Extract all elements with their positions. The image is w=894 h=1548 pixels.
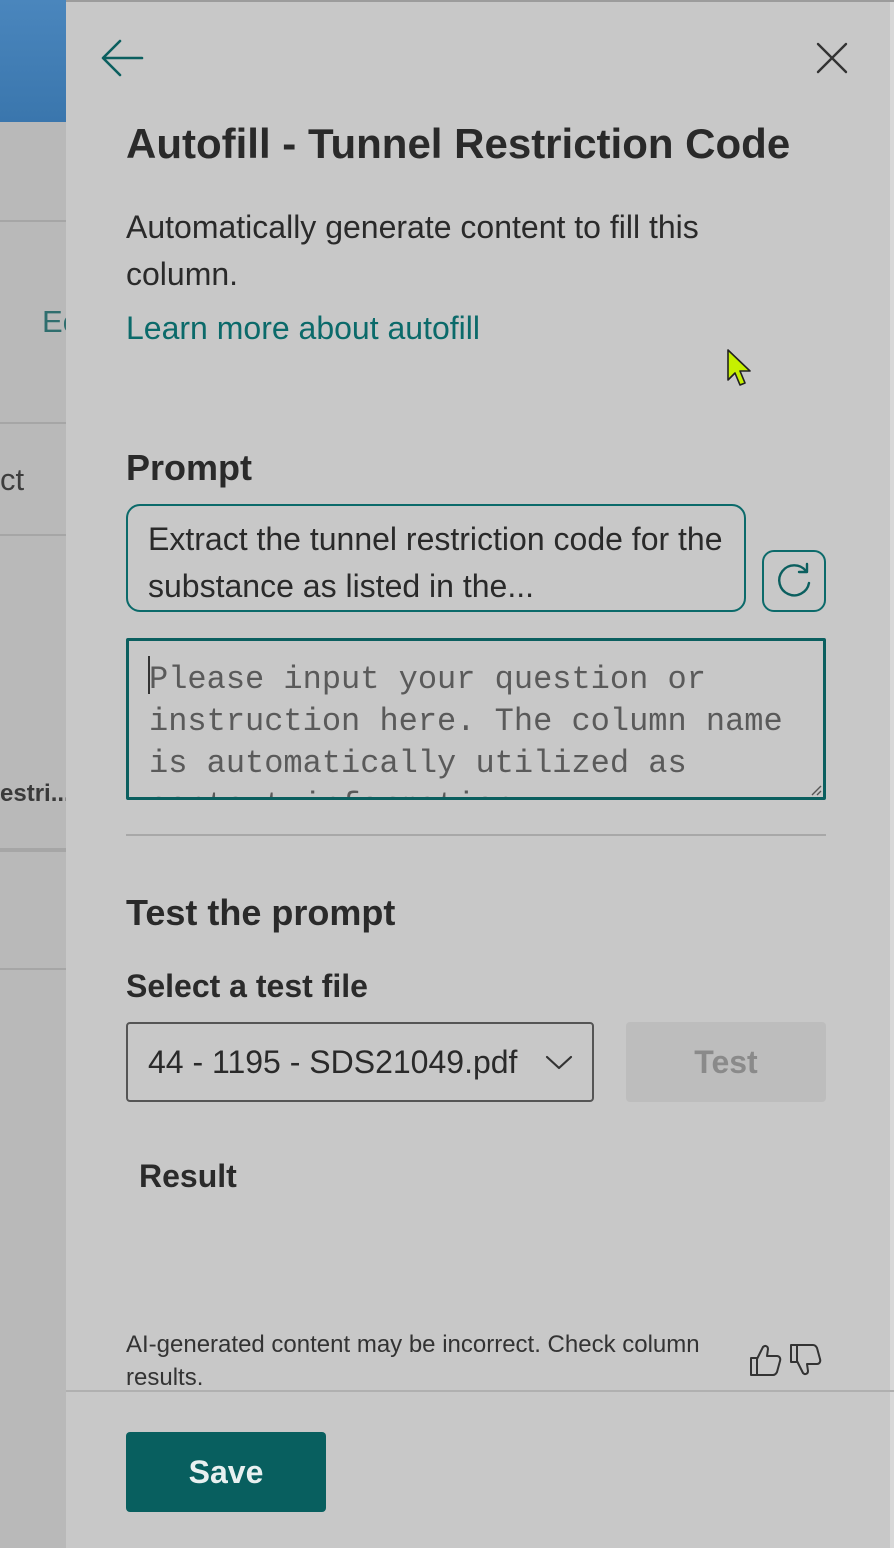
suggested-prompt-chip[interactable]: Extract the tunnel restriction code for … <box>126 504 746 612</box>
background-text-fragment: Ec <box>42 304 66 339</box>
section-divider <box>126 834 826 836</box>
prompt-heading: Prompt <box>126 447 252 488</box>
prompt-input[interactable] <box>126 638 826 800</box>
test-file-dropdown[interactable]: 44 - 1195 - SDS21049.pdf <box>126 1022 594 1102</box>
panel-title: Autofill - Tunnel Restriction Code <box>126 120 791 167</box>
background-text-fragment: estri... <box>0 780 66 807</box>
close-icon <box>816 42 848 74</box>
resize-grip-icon[interactable] <box>810 784 822 796</box>
save-button[interactable]: Save <box>126 1432 326 1512</box>
close-button[interactable] <box>806 32 858 84</box>
ai-disclaimer: AI-generated content may be incorrect. C… <box>126 1331 700 1391</box>
thumbs-up-icon[interactable] <box>748 1342 782 1378</box>
background-divider <box>0 220 66 222</box>
test-prompt-heading: Test the prompt <box>126 892 396 933</box>
background-text-fragment: ct <box>0 462 25 497</box>
background-app: Ec ct estri... <box>0 0 66 1548</box>
background-header <box>0 0 66 122</box>
background-divider <box>0 534 66 536</box>
background-divider <box>0 422 66 424</box>
chevron-down-icon <box>545 1055 573 1070</box>
result-label: Result <box>139 1158 237 1194</box>
refresh-icon <box>778 562 811 597</box>
refresh-prompt-button[interactable] <box>762 550 826 612</box>
mouse-pointer-icon <box>727 349 751 386</box>
arrow-left-icon <box>101 39 144 77</box>
autofill-panel: Autofill - Tunnel Restriction Code Autom… <box>66 0 894 1548</box>
selected-file-value: 44 - 1195 - SDS21049.pdf <box>148 1043 518 1080</box>
background-divider <box>0 968 66 970</box>
panel-description: Automatically generate content to fill t… <box>126 209 699 292</box>
footer-divider <box>66 1390 894 1392</box>
test-button[interactable]: Test <box>626 1022 826 1102</box>
back-button[interactable] <box>96 32 148 84</box>
text-caret <box>148 656 150 694</box>
thumbs-down-icon[interactable] <box>788 1342 822 1378</box>
background-divider <box>0 848 66 852</box>
learn-more-link[interactable]: Learn more about autofill <box>126 310 480 347</box>
panel-scrollbar[interactable] <box>890 2 894 1548</box>
select-test-file-label: Select a test file <box>126 968 368 1004</box>
